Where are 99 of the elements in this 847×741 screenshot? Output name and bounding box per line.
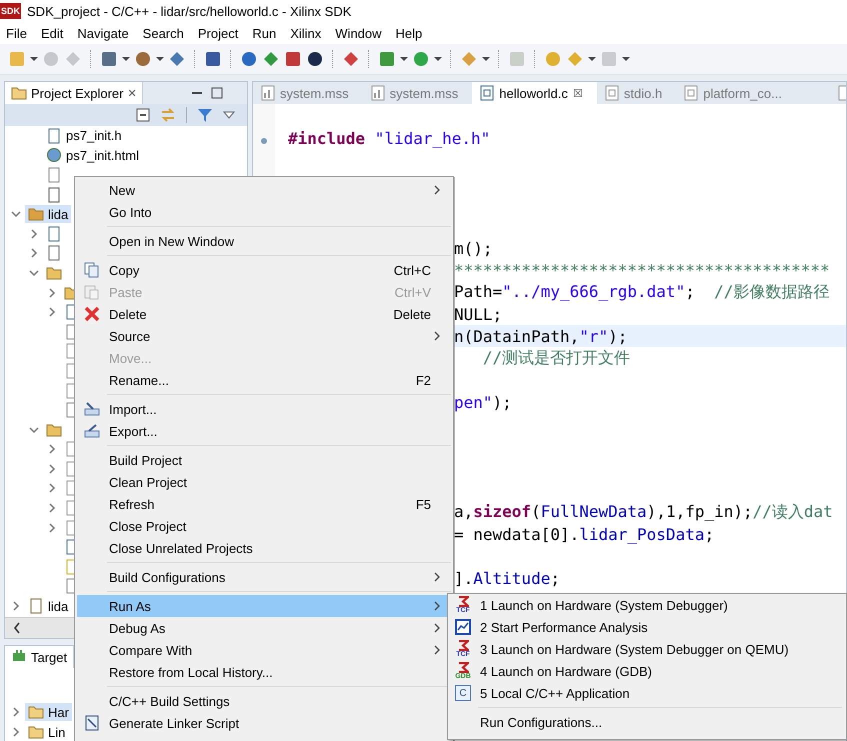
folder-icon[interactable] — [46, 264, 62, 281]
editor-tab[interactable]: stdio.h — [596, 82, 676, 104]
code-line: pen"); — [454, 392, 512, 412]
tree-item[interactable]: ps7_init.h — [43, 126, 125, 145]
tree-item[interactable]: Lin — [25, 723, 68, 741]
menu-item[interactable]: Export... — [77, 420, 451, 442]
expand-chevron-icon[interactable] — [29, 228, 39, 239]
expand-chevron-icon[interactable] — [47, 288, 57, 298]
project-explorer-tab[interactable]: Project Explorer ✕ — [5, 82, 144, 104]
menu-item[interactable]: Rename... F2 — [77, 369, 451, 391]
code-line: *************************************** — [454, 260, 830, 280]
paste-icon — [84, 284, 100, 300]
expand-chevron-icon[interactable] — [47, 444, 57, 454]
menu-item[interactable]: Go Into — [77, 201, 451, 223]
editor-tab[interactable]: platform_co... — [676, 82, 796, 104]
menu-item[interactable]: Build Configurations — [77, 566, 451, 588]
menu-item[interactable]: Close Unrelated Projects — [77, 537, 451, 559]
expand-chevron-icon[interactable] — [11, 601, 21, 612]
menu-bar-item[interactable]: Project — [198, 26, 238, 40]
collapse-chevron-icon[interactable] — [29, 424, 39, 435]
menu-item[interactable]: Build Project — [77, 449, 451, 471]
c-file-icon: C — [455, 685, 471, 701]
code-line: Path="../my_666_rgb.dat"; //影像数据路径 — [454, 282, 830, 302]
folder-icon[interactable] — [46, 422, 62, 438]
expand-chevron-icon[interactable] — [47, 503, 57, 514]
code-line: NULL; — [454, 304, 502, 324]
menu-bar-item[interactable]: Edit — [40, 26, 64, 40]
header-file-icon — [684, 85, 698, 101]
code-line: a,sizeof(FullNewData),1,fp_in);//读入dat — [454, 502, 833, 522]
code-line: m(); — [454, 238, 493, 258]
folder-icon — [28, 724, 44, 740]
chart-icon — [455, 619, 471, 635]
menu-bar-item[interactable]: Run — [252, 26, 276, 40]
menu-bar-item[interactable]: Search — [142, 26, 184, 40]
menu-item[interactable]: Run Configurations... — [448, 711, 846, 733]
menu-item[interactable]: Close Project — [77, 515, 451, 537]
folder-icon — [11, 86, 27, 100]
tree-item[interactable]: lida — [25, 597, 72, 616]
tree-item[interactable]: ps7_init.html — [43, 146, 142, 164]
tab-label: Target — [31, 650, 68, 664]
collapse-chevron-icon[interactable] — [29, 268, 39, 278]
menu-item[interactable]: Source — [77, 325, 451, 347]
folder-icon — [28, 704, 44, 720]
header-file-icon — [604, 85, 619, 101]
menu-item[interactable]: 2 Start Performance Analysis — [448, 616, 846, 638]
expand-chevron-icon[interactable] — [29, 248, 39, 258]
expand-chevron-icon[interactable] — [47, 522, 57, 533]
tab-label: Project Explorer — [31, 86, 124, 100]
collapse-chevron-icon[interactable] — [11, 209, 21, 220]
chart-file-icon — [261, 85, 275, 101]
expand-chevron-icon[interactable] — [47, 464, 57, 474]
menu-item[interactable]: Refresh F5 — [77, 493, 451, 515]
close-icon[interactable]: ✕ — [127, 86, 136, 100]
fold-marker-icon[interactable] — [260, 137, 268, 145]
export-icon — [84, 423, 100, 439]
chart-file-icon — [370, 85, 385, 101]
menu-item[interactable]: Open in New Window — [77, 230, 451, 252]
window-title: SDK_project - C/C++ - lidar/src/helloworld.c - Xilinx SDK — [27, 4, 352, 18]
script-icon — [84, 715, 100, 731]
editor-tab[interactable]: system.mss — [362, 82, 472, 104]
menu-item[interactable]: C/C++ Build Settings — [77, 690, 451, 712]
menu-item[interactable]: Generate Linker Script — [77, 712, 451, 734]
delete-icon — [84, 306, 100, 322]
code-line: n(DatainPath,"r"); — [454, 326, 628, 346]
app-logo: SDK — [0, 3, 22, 19]
menu-bar-item[interactable]: Navigate — [77, 26, 129, 40]
menu-item[interactable]: Import... — [77, 398, 451, 420]
import-icon — [84, 401, 100, 417]
menu-item[interactable]: New — [77, 179, 451, 201]
filter-icon[interactable] — [197, 107, 213, 123]
menu-item[interactable]: C 5 Local C/C++ Application — [448, 682, 846, 704]
collapse-all-icon[interactable] — [136, 108, 150, 122]
menu-bar-item[interactable]: File — [6, 26, 27, 40]
copy-icon — [84, 262, 100, 278]
menu-item[interactable]: Restore from Local History... — [77, 661, 451, 683]
c-file-icon — [480, 85, 494, 101]
menu-item[interactable]: Delete Delete — [77, 303, 451, 325]
tree-item[interactable]: lida — [25, 205, 72, 224]
code-line: #include "lidar_he.h" — [288, 128, 490, 148]
menu-item[interactable]: Debug As — [77, 617, 451, 639]
code-line: ].Altitude; — [454, 568, 560, 588]
folder-icon[interactable] — [28, 206, 44, 222]
menu-item[interactable]: Clean Project — [77, 471, 451, 493]
maximize-icon[interactable] — [211, 87, 224, 99]
menu-item[interactable]: Compare With — [77, 639, 451, 661]
target-connections-tab[interactable]: Target — [5, 646, 74, 668]
code-line: //测试是否打开文件 — [482, 348, 630, 368]
menu-bar-item[interactable]: Xilinx — [290, 26, 322, 40]
view-menu-icon[interactable] — [223, 110, 235, 120]
expand-chevron-icon[interactable] — [47, 483, 57, 494]
editor-tab[interactable]: system.mss — [253, 82, 363, 104]
editor-tab[interactable]: helloworld.c ☒ — [472, 82, 597, 104]
menu-item[interactable]: Copy Ctrl+C — [77, 259, 451, 281]
tree-item[interactable]: Har — [25, 703, 72, 721]
code-line: = newdata[0].lidar_PosData; — [454, 524, 714, 544]
menu-bar-item[interactable]: Help — [396, 26, 422, 40]
menu-bar-item[interactable]: Window — [335, 26, 382, 40]
expand-chevron-icon[interactable] — [47, 307, 57, 318]
plug-icon — [11, 650, 27, 664]
